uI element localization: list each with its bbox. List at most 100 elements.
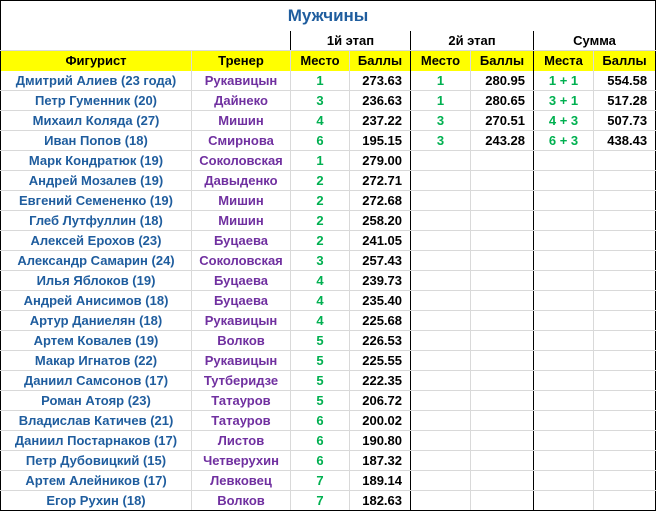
col-coach: Тренер <box>191 50 291 71</box>
places-sum <box>533 310 594 331</box>
table-row: Михаил Коляда (27) Мишин 4 237.22 3 270.51 4 +… <box>0 110 656 131</box>
places-sum <box>533 410 594 431</box>
total-score: 554.58 <box>593 70 656 91</box>
stage1-place: 6 <box>290 410 350 431</box>
table-row: Андрей Анисимов (18) Буцаева 4 235.40 <box>0 290 656 311</box>
table-row: Петр Гуменник (20) Дайнеко 3 236.63 1 280.65 3… <box>0 90 656 111</box>
col-score-sum: Баллы <box>593 50 656 71</box>
stage2-score <box>470 210 534 231</box>
places-sum: 3 + 1 <box>533 90 594 111</box>
col-place2: Место <box>410 50 471 71</box>
stage2-place <box>410 190 471 211</box>
total-score <box>593 450 656 471</box>
stage2-place <box>410 430 471 451</box>
stage2-place: 3 <box>410 130 471 151</box>
stage1-place: 5 <box>290 370 350 391</box>
coach-name: Мишин <box>191 190 291 211</box>
table-row: Артем Алейников (17) Левковец 7 189.14 <box>0 470 656 491</box>
stage2-place: 1 <box>410 70 471 91</box>
col-score1: Баллы <box>349 50 411 71</box>
stage2-place <box>410 490 471 511</box>
places-sum <box>533 370 594 391</box>
table-row: Егор Рухин (18) Волков 7 182.63 <box>0 490 656 511</box>
skater-name: Марк Кондратюк (19) <box>0 150 192 171</box>
stage1-score: 236.63 <box>349 90 411 111</box>
stage2-score <box>470 330 534 351</box>
stage2-header: 2й этап <box>410 30 534 51</box>
stage1-score: 182.63 <box>349 490 411 511</box>
table-row: Андрей Мозалев (19) Давыденко 2 272.71 <box>0 170 656 191</box>
total-score <box>593 230 656 251</box>
places-sum <box>533 470 594 491</box>
stage2-score <box>470 390 534 411</box>
stage1-place: 2 <box>290 230 350 251</box>
stage2-score <box>470 370 534 391</box>
skater-name: Артур Даниелян (18) <box>0 310 192 331</box>
stage1-place: 2 <box>290 210 350 231</box>
total-score <box>593 170 656 191</box>
total-score <box>593 250 656 271</box>
results-table: Мужчины 1й этап 2й этап Сумма Фигурист Т… <box>0 0 656 511</box>
skater-name: Евгений Семененко (19) <box>0 190 192 211</box>
places-sum: 6 + 3 <box>533 130 594 151</box>
table-row: Владислав Катичев (21) Татауров 6 200.02 <box>0 410 656 431</box>
stage2-place <box>410 170 471 191</box>
stage1-score: 237.22 <box>349 110 411 131</box>
stage1-place: 3 <box>290 90 350 111</box>
total-score: 517.28 <box>593 90 656 111</box>
total-score <box>593 190 656 211</box>
total-score <box>593 330 656 351</box>
skater-name: Илья Яблоков (19) <box>0 270 192 291</box>
table-row: Дмитрий Алиев (23 года) Рукавицын 1 273.63 1… <box>0 70 656 91</box>
col-places-sum: Места <box>533 50 594 71</box>
table-row: Роман Атояр (23) Татауров 5 206.72 <box>0 390 656 411</box>
stage2-place <box>410 310 471 331</box>
stage1-score: 206.72 <box>349 390 411 411</box>
places-sum <box>533 290 594 311</box>
coach-name: Давыденко <box>191 170 291 191</box>
places-sum <box>533 190 594 211</box>
total-score <box>593 430 656 451</box>
stage2-score <box>470 230 534 251</box>
table-row: Макар Игнатов (22) Рукавицын 5 225.55 <box>0 350 656 371</box>
table-row: Марк Кондратюк (19) Соколовская 1 279.00 <box>0 150 656 171</box>
coach-name: Татауров <box>191 390 291 411</box>
places-sum <box>533 150 594 171</box>
stage1-score: 226.53 <box>349 330 411 351</box>
skater-name: Иван Попов (18) <box>0 130 192 151</box>
stage2-score <box>470 430 534 451</box>
places-sum <box>533 490 594 511</box>
stage1-place: 4 <box>290 270 350 291</box>
stage1-place: 6 <box>290 450 350 471</box>
total-score <box>593 470 656 491</box>
stage1-place: 6 <box>290 130 350 151</box>
stage1-score: 189.14 <box>349 470 411 491</box>
places-sum: 4 + 3 <box>533 110 594 131</box>
skater-name: Артем Алейников (17) <box>0 470 192 491</box>
skater-name: Михаил Коляда (27) <box>0 110 192 131</box>
stage2-place <box>410 290 471 311</box>
stage1-score: 225.68 <box>349 310 411 331</box>
coach-name: Волков <box>191 490 291 511</box>
table-row: Евгений Семененко (19) Мишин 2 272.68 <box>0 190 656 211</box>
coach-name: Рукавицын <box>191 70 291 91</box>
total-score <box>593 370 656 391</box>
coach-name: Смирнова <box>191 130 291 151</box>
stage2-score: 280.65 <box>470 90 534 111</box>
skater-name: Макар Игнатов (22) <box>0 350 192 371</box>
stage2-place <box>410 330 471 351</box>
coach-name: Левковец <box>191 470 291 491</box>
coach-name: Татауров <box>191 410 291 431</box>
stage2-place <box>410 230 471 251</box>
skater-name: Артем Ковалев (19) <box>0 330 192 351</box>
total-score: 438.43 <box>593 130 656 151</box>
stage1-place: 6 <box>290 430 350 451</box>
places-sum <box>533 170 594 191</box>
coach-name: Листов <box>191 430 291 451</box>
stage2-place <box>410 250 471 271</box>
places-sum <box>533 270 594 291</box>
coach-name: Соколовская <box>191 250 291 271</box>
stage2-place: 1 <box>410 90 471 111</box>
stage2-place <box>410 350 471 371</box>
coach-name: Рукавицын <box>191 310 291 331</box>
